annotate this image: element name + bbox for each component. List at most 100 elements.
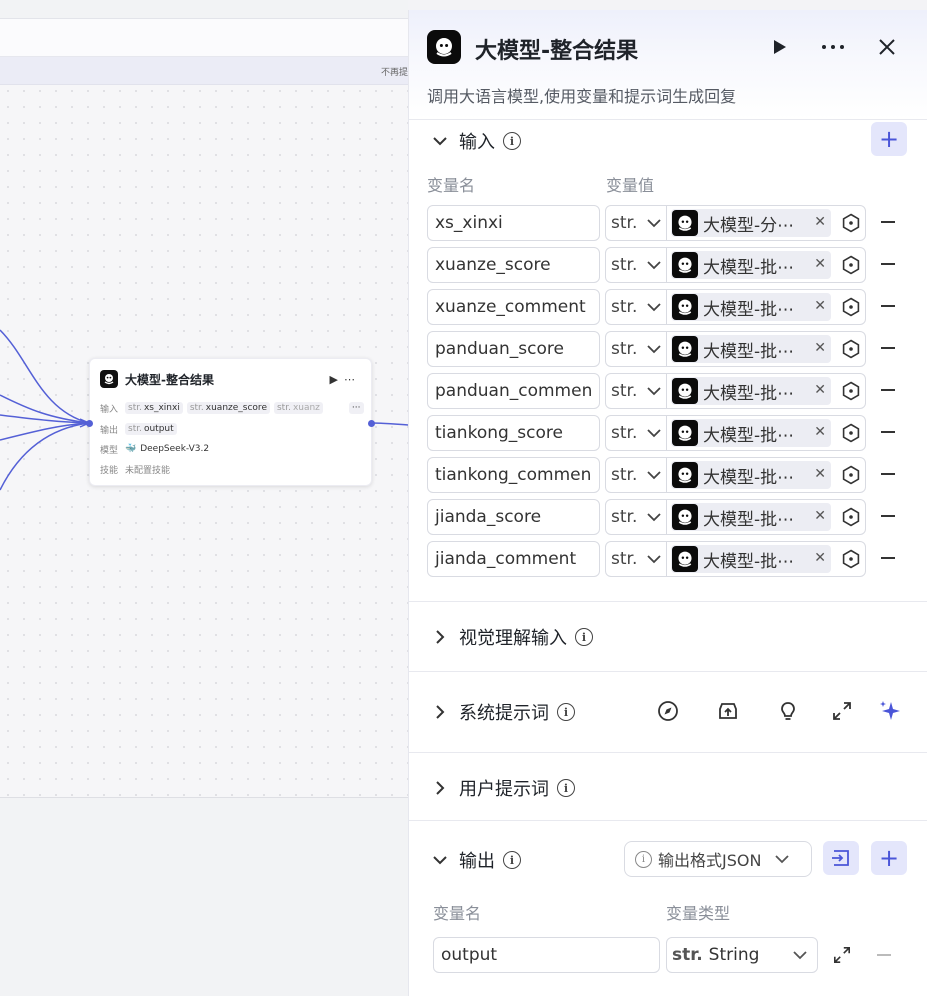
- import-output-button[interactable]: [823, 841, 859, 875]
- clear-icon[interactable]: ✕: [814, 382, 826, 398]
- divider: [409, 671, 927, 672]
- remove-row-button[interactable]: [881, 557, 895, 559]
- node-input-tag: str. xuanz: [273, 402, 323, 414]
- clear-icon[interactable]: ✕: [814, 214, 826, 230]
- variable-picker-icon[interactable]: [841, 465, 861, 485]
- var-name-input[interactable]: xuanze_comment: [427, 289, 600, 325]
- info-icon[interactable]: i: [503, 851, 521, 869]
- more-button[interactable]: [818, 32, 848, 62]
- var-type-select[interactable]: str.: [606, 416, 667, 450]
- var-type-select[interactable]: str.: [606, 290, 667, 324]
- chevron-down-icon[interactable]: [429, 130, 451, 152]
- clear-icon[interactable]: ✕: [814, 424, 826, 440]
- add-input-button[interactable]: +: [871, 122, 907, 156]
- clear-icon[interactable]: ✕: [814, 550, 826, 566]
- output-type-select[interactable]: str. String: [666, 937, 818, 973]
- remove-row-button[interactable]: [881, 305, 895, 307]
- node-more-inputs[interactable]: ···: [348, 402, 364, 414]
- system-prompt-section-header[interactable]: 系统提示词 i: [429, 699, 575, 725]
- var-type-select[interactable]: str.: [606, 332, 667, 366]
- output-section-header[interactable]: 输出 i: [429, 847, 521, 873]
- var-name-input[interactable]: tiankong_score: [427, 415, 600, 451]
- node-output-port[interactable]: [368, 420, 375, 427]
- node-input-port[interactable]: [86, 420, 93, 427]
- variable-picker-icon[interactable]: [841, 507, 861, 527]
- remove-row-button[interactable]: [881, 431, 895, 433]
- var-type-select[interactable]: str.: [606, 458, 667, 492]
- remove-output-button[interactable]: [877, 954, 891, 956]
- var-type-select[interactable]: str.: [606, 206, 667, 240]
- var-name-input[interactable]: panduan_score: [427, 331, 600, 367]
- var-type-select[interactable]: str.: [606, 500, 667, 534]
- chevron-right-icon[interactable]: [429, 701, 451, 723]
- info-icon[interactable]: i: [557, 703, 575, 721]
- more-icon[interactable]: ⋯: [344, 373, 361, 386]
- llm-node-card[interactable]: 大模型-整合结果 ▶⋯ 输入 str. xs_xinxi str. xuanze_s…: [86, 358, 375, 486]
- variable-picker-icon[interactable]: [841, 549, 861, 569]
- var-value-field: str. 大模型-批⋯ ✕: [605, 247, 866, 283]
- variable-picker-icon[interactable]: [841, 381, 861, 401]
- remove-row-button[interactable]: [881, 221, 895, 223]
- clear-icon[interactable]: ✕: [814, 340, 826, 356]
- add-output-button[interactable]: +: [871, 841, 907, 875]
- chevron-right-icon[interactable]: [429, 626, 451, 648]
- var-name-input[interactable]: xs_xinxi: [427, 205, 600, 241]
- reference-chip[interactable]: 大模型-批⋯ ✕: [671, 503, 831, 531]
- remove-row-button[interactable]: [881, 473, 895, 475]
- var-value-field: str. 大模型-批⋯ ✕: [605, 331, 866, 367]
- info-icon[interactable]: i: [557, 779, 575, 797]
- info-icon[interactable]: i: [575, 628, 593, 646]
- remove-row-button[interactable]: [881, 263, 895, 265]
- reference-chip[interactable]: 大模型-批⋯ ✕: [671, 335, 831, 363]
- close-button[interactable]: [872, 32, 902, 62]
- expand-icon[interactable]: [833, 946, 853, 966]
- reference-chip[interactable]: 大模型-分⋯ ✕: [671, 209, 831, 237]
- clear-icon[interactable]: ✕: [814, 508, 826, 524]
- run-button[interactable]: [764, 32, 794, 62]
- remove-row-button[interactable]: [881, 515, 895, 517]
- reference-chip[interactable]: 大模型-批⋯ ✕: [671, 251, 831, 279]
- var-name-input[interactable]: tiankong_commen: [427, 457, 600, 493]
- variable-picker-icon[interactable]: [841, 297, 861, 317]
- expand-icon[interactable]: [830, 699, 854, 723]
- variable-picker-icon[interactable]: [841, 255, 861, 275]
- workflow-canvas[interactable]: 不再提 大模型-整合结果 ▶⋯ 输入 str. xs_xinxi str. xuan…: [0, 0, 408, 996]
- var-name-input[interactable]: jianda_score: [427, 499, 600, 535]
- info-icon[interactable]: i: [503, 132, 521, 150]
- remove-row-button[interactable]: [881, 347, 895, 349]
- clear-icon[interactable]: ✕: [814, 466, 826, 482]
- reference-chip[interactable]: 大模型-批⋯ ✕: [671, 377, 831, 405]
- clear-icon[interactable]: ✕: [814, 298, 826, 314]
- reference-label: 大模型-批⋯: [703, 383, 795, 404]
- output-format-select[interactable]: i 输出格式JSON: [624, 841, 812, 877]
- variable-picker-icon[interactable]: [841, 339, 861, 359]
- reference-chip[interactable]: 大模型-批⋯ ✕: [671, 545, 831, 573]
- var-name-input[interactable]: jianda_comment: [427, 541, 600, 577]
- var-type-select[interactable]: str.: [606, 248, 667, 282]
- user-prompt-section-header[interactable]: 用户提示词 i: [429, 775, 575, 801]
- play-icon: [774, 40, 786, 54]
- lightbulb-icon[interactable]: [776, 699, 800, 723]
- reference-chip[interactable]: 大模型-批⋯ ✕: [671, 293, 831, 321]
- model-logo-icon: [672, 546, 698, 572]
- vision-section-header[interactable]: 视觉理解输入 i: [429, 624, 593, 650]
- var-type-select[interactable]: str.: [606, 542, 667, 576]
- run-icon[interactable]: ▶: [330, 373, 344, 386]
- variable-picker-icon[interactable]: [841, 423, 861, 443]
- compass-icon[interactable]: [656, 699, 680, 723]
- sparkle-icon[interactable]: [878, 699, 902, 723]
- remove-row-button[interactable]: [881, 389, 895, 391]
- var-name-input[interactable]: xuanze_score: [427, 247, 600, 283]
- upload-box-icon[interactable]: [716, 699, 740, 723]
- input-section-header[interactable]: 输入 i: [429, 128, 521, 154]
- reference-chip[interactable]: 大模型-批⋯ ✕: [671, 419, 831, 447]
- output-var-name-input[interactable]: output: [433, 937, 660, 973]
- variable-picker-icon[interactable]: [841, 213, 861, 233]
- node-actions[interactable]: ▶⋯: [330, 373, 361, 386]
- var-type-select[interactable]: str.: [606, 374, 667, 408]
- chevron-down-icon[interactable]: [429, 849, 451, 871]
- clear-icon[interactable]: ✕: [814, 256, 826, 272]
- reference-chip[interactable]: 大模型-批⋯ ✕: [671, 461, 831, 489]
- var-name-input[interactable]: panduan_commen: [427, 373, 600, 409]
- chevron-right-icon[interactable]: [429, 777, 451, 799]
